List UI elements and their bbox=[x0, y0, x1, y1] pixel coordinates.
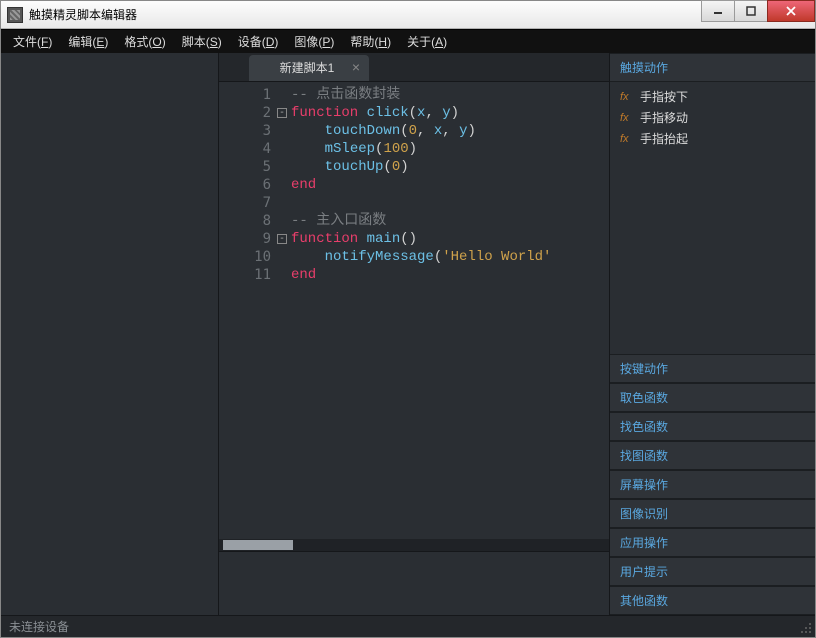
app-icon bbox=[7, 7, 23, 23]
function-label: 手指移动 bbox=[640, 109, 688, 126]
horizontal-scrollbar[interactable] bbox=[219, 539, 609, 551]
function-item[interactable]: fx 手指移动 bbox=[610, 107, 815, 128]
fx-icon: fx bbox=[620, 133, 634, 145]
code-line[interactable]: -- 点击函数封装 bbox=[291, 86, 609, 104]
tab-label: 新建脚本1 bbox=[280, 61, 335, 75]
accordion-header[interactable]: 图像识别 bbox=[610, 499, 815, 528]
function-label: 手指抬起 bbox=[640, 130, 688, 147]
menu-item-e[interactable]: 编辑(E) bbox=[60, 30, 116, 53]
line-number: 4 bbox=[219, 140, 271, 158]
code-line[interactable]: end bbox=[291, 176, 609, 194]
code-line[interactable]: touchDown(0, x, y) bbox=[291, 122, 609, 140]
line-number: 9 bbox=[219, 230, 271, 248]
menu-item-f[interactable]: 文件(F) bbox=[5, 30, 60, 53]
line-number: 6 bbox=[219, 176, 271, 194]
accordion-header[interactable]: 屏幕操作 bbox=[610, 470, 815, 499]
code-line[interactable]: -- 主入口函数 bbox=[291, 212, 609, 230]
scrollbar-thumb[interactable] bbox=[223, 540, 293, 550]
code-line[interactable]: notifyMessage('Hello World' bbox=[291, 248, 609, 266]
close-tab-icon[interactable]: × bbox=[349, 61, 363, 75]
accordion-content: fx 手指按下 fx 手指移动 fx 手指抬起 bbox=[610, 82, 815, 153]
main-area: 新建脚本1 × 1234567891011 -- -- 点击函数封装functi… bbox=[1, 53, 815, 615]
accordion-header[interactable]: 找色函数 bbox=[610, 412, 815, 441]
fold-column: -- bbox=[277, 82, 291, 551]
fx-icon: fx bbox=[620, 112, 634, 124]
close-button[interactable] bbox=[767, 0, 815, 22]
right-panel: 触摸动作 fx 手指按下 fx 手指移动 fx 手指抬起按键动作取色函数找色函数找图函数屏幕… bbox=[609, 53, 815, 615]
window-title: 触摸精灵脚本编辑器 bbox=[29, 6, 137, 23]
line-number: 2 bbox=[219, 104, 271, 122]
center-panel: 新建脚本1 × 1234567891011 -- -- 点击函数封装functi… bbox=[219, 53, 609, 615]
menu-item-s[interactable]: 脚本(S) bbox=[174, 30, 230, 53]
maximize-button[interactable] bbox=[734, 0, 768, 22]
minimize-button[interactable] bbox=[701, 0, 735, 22]
titlebar: 触摸精灵脚本编辑器 bbox=[1, 1, 815, 29]
code-area[interactable]: -- 点击函数封装function click(x, y) touchDown(… bbox=[291, 82, 609, 551]
line-number: 8 bbox=[219, 212, 271, 230]
line-number: 1 bbox=[219, 86, 271, 104]
code-line[interactable]: end bbox=[291, 266, 609, 284]
line-number: 10 bbox=[219, 248, 271, 266]
app-window: 触摸精灵脚本编辑器 文件(F)编辑(E)格式(O)脚本(S)设备(D)图像(P)… bbox=[0, 0, 816, 638]
code-line[interactable]: function main() bbox=[291, 230, 609, 248]
status-text: 未连接设备 bbox=[9, 618, 69, 635]
code-line[interactable]: mSleep(100) bbox=[291, 140, 609, 158]
tab-script[interactable]: 新建脚本1 × bbox=[249, 55, 369, 81]
function-item[interactable]: fx 手指抬起 bbox=[610, 128, 815, 149]
output-panel bbox=[219, 551, 609, 615]
accordion-header[interactable]: 触摸动作 bbox=[610, 53, 815, 82]
menu-item-p[interactable]: 图像(P) bbox=[286, 30, 342, 53]
fx-icon: fx bbox=[620, 91, 634, 103]
menu-item-h[interactable]: 帮助(H) bbox=[342, 30, 399, 53]
resize-grip-icon[interactable] bbox=[799, 621, 813, 635]
menu-item-a[interactable]: 关于(A) bbox=[399, 30, 455, 53]
accordion-header[interactable]: 用户提示 bbox=[610, 557, 815, 586]
accordion-header[interactable]: 应用操作 bbox=[610, 528, 815, 557]
accordion-header[interactable]: 按键动作 bbox=[610, 354, 815, 383]
line-number: 3 bbox=[219, 122, 271, 140]
line-number: 5 bbox=[219, 158, 271, 176]
fold-toggle-icon[interactable]: - bbox=[277, 108, 287, 118]
accordion-header[interactable]: 其他函数 bbox=[610, 586, 815, 615]
line-gutter: 1234567891011 bbox=[219, 82, 277, 551]
code-line[interactable] bbox=[291, 194, 609, 212]
code-line[interactable]: function click(x, y) bbox=[291, 104, 609, 122]
function-label: 手指按下 bbox=[640, 88, 688, 105]
code-editor[interactable]: 1234567891011 -- -- 点击函数封装function click… bbox=[219, 81, 609, 551]
line-number: 7 bbox=[219, 194, 271, 212]
left-panel bbox=[1, 53, 219, 615]
window-controls bbox=[701, 0, 815, 22]
line-number: 11 bbox=[219, 266, 271, 284]
function-item[interactable]: fx 手指按下 bbox=[610, 86, 815, 107]
fold-toggle-icon[interactable]: - bbox=[277, 234, 287, 244]
tab-bar: 新建脚本1 × bbox=[219, 53, 609, 81]
menu-item-d[interactable]: 设备(D) bbox=[230, 30, 287, 53]
menubar: 文件(F)编辑(E)格式(O)脚本(S)设备(D)图像(P)帮助(H)关于(A) bbox=[1, 29, 815, 53]
menu-item-o[interactable]: 格式(O) bbox=[116, 30, 173, 53]
status-bar: 未连接设备 bbox=[1, 615, 815, 637]
accordion-header[interactable]: 找图函数 bbox=[610, 441, 815, 470]
accordion-header[interactable]: 取色函数 bbox=[610, 383, 815, 412]
code-line[interactable]: touchUp(0) bbox=[291, 158, 609, 176]
